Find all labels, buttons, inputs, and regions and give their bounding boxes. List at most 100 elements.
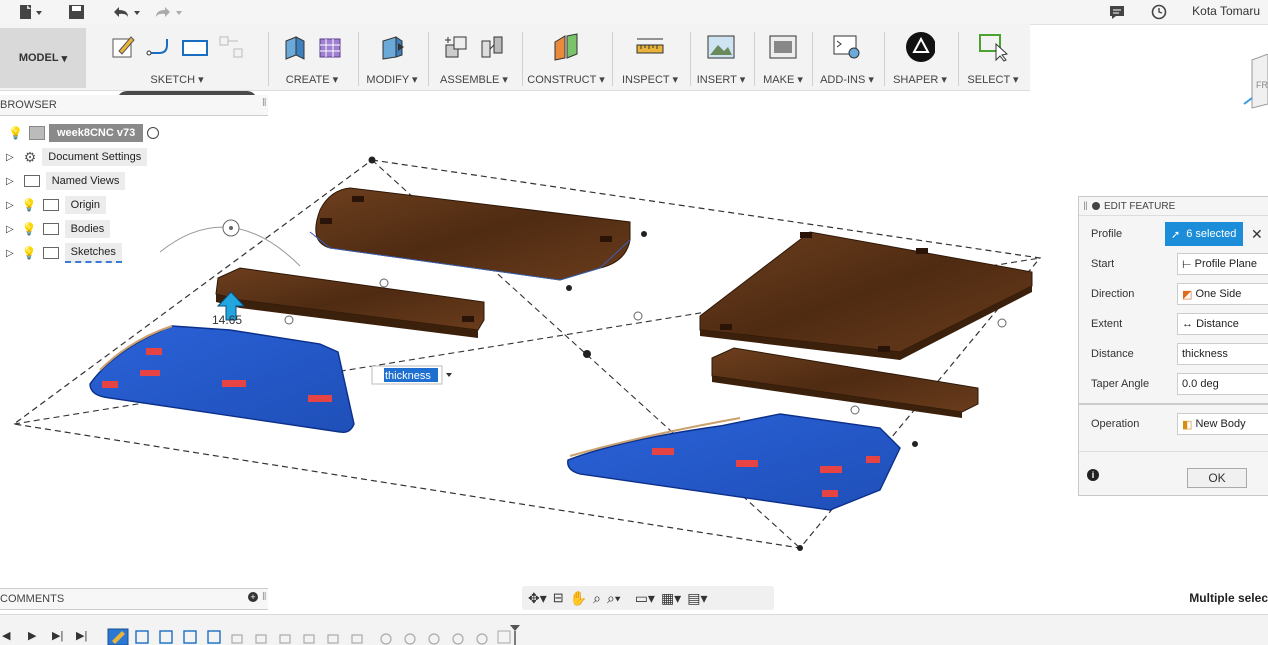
clear-selection-icon[interactable]: ✕ xyxy=(1251,226,1263,243)
tree-item-label: Origin xyxy=(64,196,106,214)
ribbon-group-shaper[interactable]: SHAPER ▾ xyxy=(888,28,952,88)
panel-divider xyxy=(1079,403,1268,405)
expand-triangle-icon[interactable]: ▷ xyxy=(6,176,14,187)
tree-item-label: Document Settings xyxy=(42,148,148,166)
collapse-icon[interactable] xyxy=(1091,202,1100,210)
panel-title: EDIT FEATURE xyxy=(1103,200,1176,212)
orbit-icon[interactable]: ✥▾ xyxy=(528,590,547,607)
taper-angle-input[interactable]: 0.0 deg xyxy=(1177,373,1268,395)
sketch-dimension-icon[interactable] xyxy=(216,32,246,62)
view-cube[interactable]: FR xyxy=(1238,53,1268,112)
lightbulb-icon[interactable]: 💡 xyxy=(8,126,23,140)
panel-grip-icon[interactable]: ‖ xyxy=(1083,199,1088,213)
comments-panel-header[interactable]: COMMENTS + ‖ xyxy=(0,588,268,610)
workspace-switcher[interactable]: MODEL ▾ xyxy=(0,28,86,88)
direction-select[interactable]: ◩ One Side xyxy=(1177,283,1268,305)
look-at-icon[interactable]: ⊟ xyxy=(553,590,564,606)
extrude-icon[interactable] xyxy=(279,32,309,62)
expand-triangle-icon[interactable]: ▷ xyxy=(6,200,14,211)
profile-plane-icon: ⊢ xyxy=(1182,258,1192,271)
gear-icon: ⚙ xyxy=(23,148,37,165)
timeline-next-icon[interactable]: ▶| xyxy=(52,629,63,642)
taper-angle-label: Taper Angle xyxy=(1091,378,1150,390)
ribbon-group-inspect[interactable]: INSPECT ▾ xyxy=(616,28,684,88)
ribbon-group-construct[interactable]: CONSTRUCT ▾ xyxy=(526,28,606,88)
expand-triangle-icon[interactable]: ▷ xyxy=(6,152,14,163)
tree-item-bodies[interactable]: ▷ 💡 Bodies xyxy=(0,218,111,240)
board-second xyxy=(215,267,485,338)
distance-label: Distance xyxy=(1091,348,1134,360)
lightbulb-icon[interactable]: 💡 xyxy=(22,198,37,212)
panel-header[interactable]: ‖ EDIT FEATURE xyxy=(1079,197,1268,216)
activate-icon[interactable] xyxy=(147,127,160,139)
rectangle-icon[interactable] xyxy=(180,32,210,62)
board-right-top xyxy=(699,231,1033,360)
start-select[interactable]: ⊢ Profile Plane xyxy=(1177,253,1268,275)
info-icon[interactable]: i xyxy=(1087,469,1099,481)
notifications-icon[interactable] xyxy=(1108,3,1126,21)
direction-label: Direction xyxy=(1091,288,1135,300)
row-direction: Direction ◩ One Side xyxy=(1091,283,1268,305)
lightbulb-icon[interactable]: 💡 xyxy=(22,222,37,236)
save-icon[interactable] xyxy=(68,3,86,21)
document-name[interactable]: week8CNC v73 xyxy=(48,124,144,142)
form-icon[interactable] xyxy=(315,32,345,62)
ribbon-group-create[interactable]: CREATE ▾ xyxy=(272,28,352,88)
3d-print-icon[interactable] xyxy=(768,32,798,62)
ribbon-group-select[interactable]: SELECT ▾ xyxy=(962,28,1024,88)
shaper-icon[interactable] xyxy=(905,32,935,62)
tree-item-named-views[interactable]: ▷ Named Views xyxy=(0,170,126,192)
grid-settings-icon[interactable]: ▦▾ xyxy=(661,590,681,607)
ribbon-group-modify[interactable]: MODIFY ▾ xyxy=(362,28,422,88)
pan-icon[interactable]: ✋ xyxy=(570,590,587,607)
add-comment-icon[interactable]: + xyxy=(248,592,258,602)
insert-image-icon[interactable] xyxy=(706,32,736,62)
panel-grip-icon[interactable]: ‖ xyxy=(262,97,267,109)
fit-icon[interactable]: ⌕▾ xyxy=(607,590,621,607)
new-component-icon[interactable] xyxy=(441,32,471,62)
timeline-play-icon[interactable]: ▶ xyxy=(28,629,36,642)
ribbon-group-add-ins[interactable]: ADD-INS ▾ xyxy=(816,28,878,88)
lightbulb-icon[interactable]: 💡 xyxy=(22,246,37,260)
user-name[interactable]: Kota Tomaru xyxy=(1192,4,1260,18)
press-pull-icon[interactable] xyxy=(377,32,407,62)
zoom-icon[interactable]: ⌕ xyxy=(593,590,601,607)
tree-item-sketches[interactable]: ▷ 💡 Sketches xyxy=(0,242,122,264)
ribbon-group-sketch[interactable]: SKETCH ▾ xyxy=(92,28,262,88)
document-icon xyxy=(28,126,45,140)
extent-select[interactable]: ↔ Distance xyxy=(1177,313,1268,335)
measure-icon[interactable] xyxy=(635,32,665,62)
timeline-start-icon[interactable]: ◀ xyxy=(2,629,10,642)
timeline-end-icon[interactable]: ▶| xyxy=(76,629,87,642)
redo-icon[interactable] xyxy=(152,3,184,21)
viewports-icon[interactable]: ▤▾ xyxy=(687,590,707,607)
operation-select[interactable]: ◧ New Body xyxy=(1177,413,1268,435)
profile-selection-button[interactable]: ➚ 6 selected xyxy=(1165,222,1243,246)
tree-document-root[interactable]: 💡 week8CNC v73 xyxy=(0,122,160,144)
display-settings-icon[interactable]: ▭▾ xyxy=(635,590,655,607)
tree-item-document-settings[interactable]: ▷ ⚙ Document Settings xyxy=(0,146,148,168)
create-sketch-icon[interactable] xyxy=(108,32,138,62)
expand-triangle-icon[interactable]: ▷ xyxy=(6,224,14,235)
browser-title: BROWSER xyxy=(0,99,57,111)
line-icon[interactable] xyxy=(144,32,174,62)
offset-plane-icon[interactable] xyxy=(551,32,581,62)
panel-grip-icon[interactable]: ‖ xyxy=(262,591,267,603)
ribbon-group-make[interactable]: MAKE ▾ xyxy=(758,28,808,88)
expand-triangle-icon[interactable]: ▷ xyxy=(6,248,14,259)
undo-icon[interactable] xyxy=(110,3,142,21)
ribbon-group-assemble[interactable]: ASSEMBLE ▾ xyxy=(432,28,516,88)
select-cursor-icon[interactable] xyxy=(978,32,1008,62)
file-menu-icon[interactable] xyxy=(18,3,44,21)
ribbon-group-insert[interactable]: INSERT ▾ xyxy=(694,28,748,88)
tree-item-origin[interactable]: ▷ 💡 Origin xyxy=(0,194,106,216)
distance-input[interactable]: thickness xyxy=(1177,343,1268,365)
scripts-icon[interactable] xyxy=(832,32,862,62)
direction-value: One Side xyxy=(1195,288,1242,300)
job-status-icon[interactable] xyxy=(1150,3,1168,21)
ribbon-label-select: SELECT xyxy=(967,74,1010,86)
joint-icon[interactable] xyxy=(477,32,507,62)
timeline-features[interactable] xyxy=(106,625,526,645)
ribbon-divider xyxy=(268,32,269,86)
ok-button[interactable]: OK xyxy=(1187,468,1247,488)
